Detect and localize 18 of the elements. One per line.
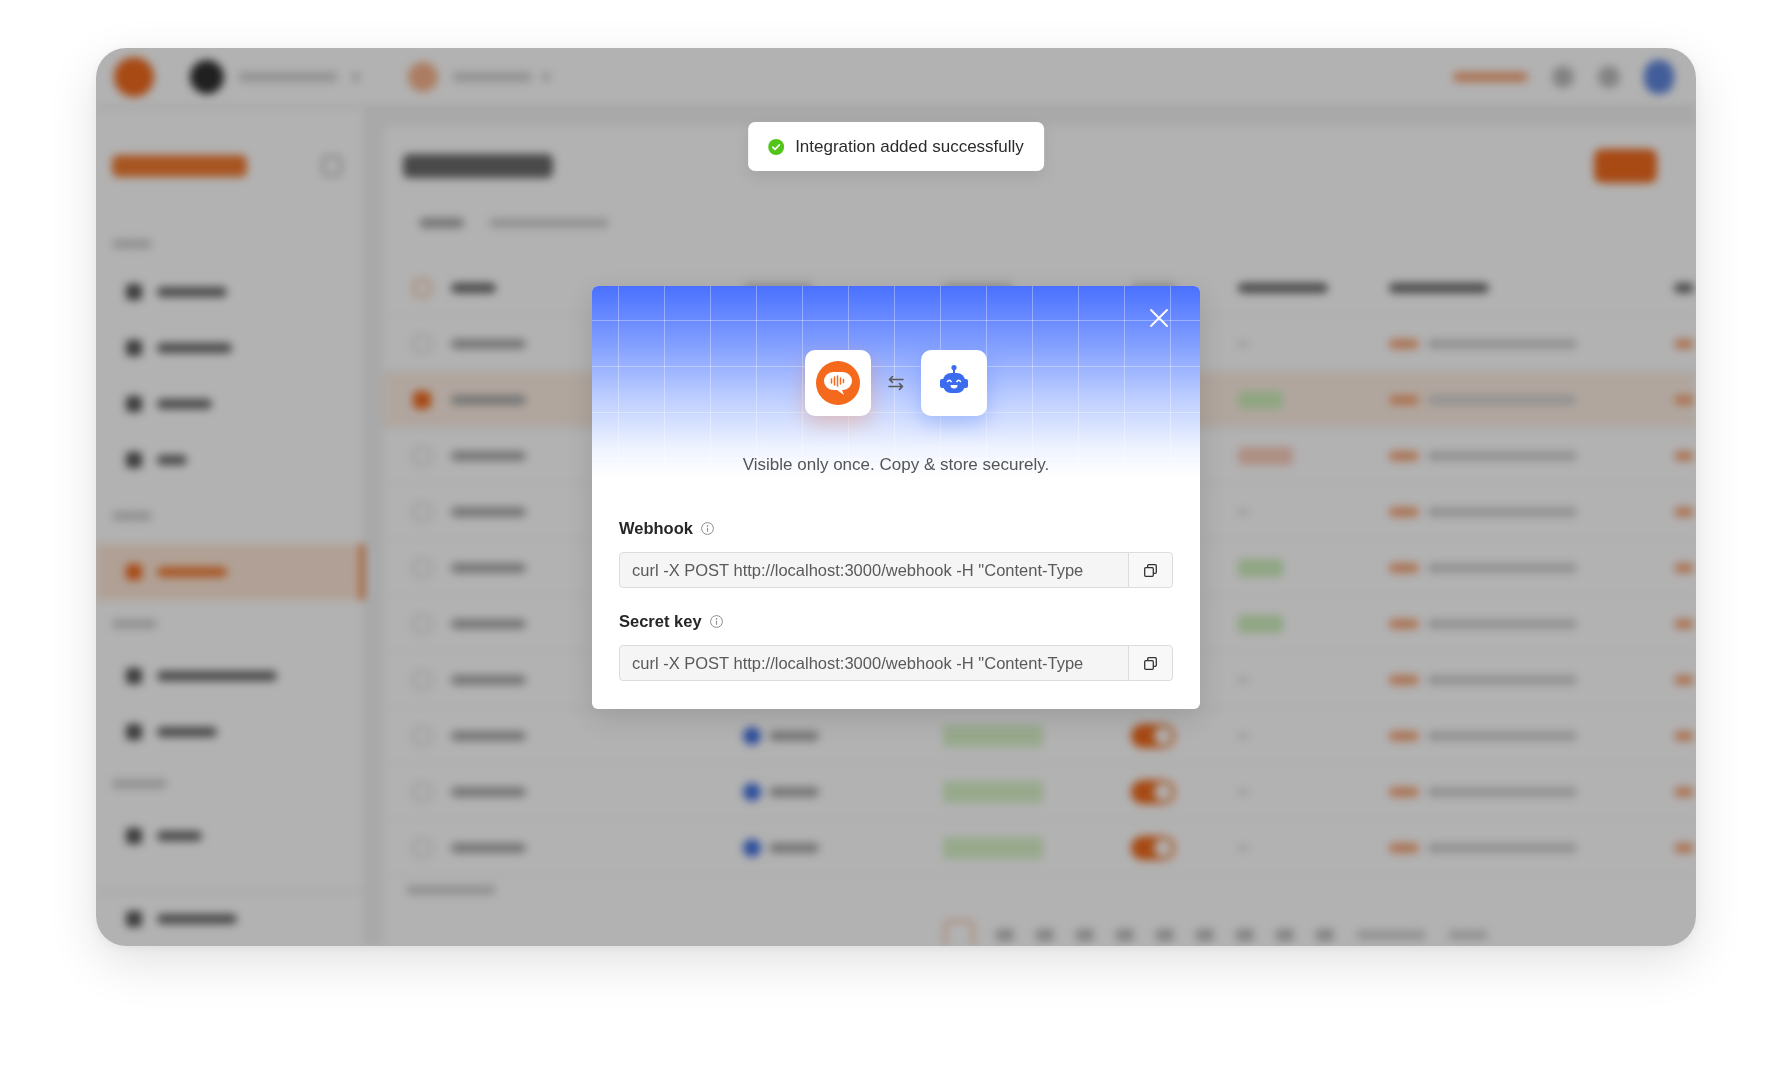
text-field[interactable]: curl -X POST http://localhost:3000/webhook -H "Content-Type: [619, 645, 1129, 681]
chat-bubble-icon: [805, 350, 871, 416]
copy-button[interactable]: [1128, 645, 1173, 681]
copy-icon: [1144, 656, 1157, 670]
swap-arrows-icon: [887, 375, 905, 391]
info-icon: [700, 521, 714, 535]
info-icon: [709, 614, 723, 628]
toast-message: Integration added successfully: [795, 135, 1024, 158]
check-circle-icon: [768, 138, 785, 155]
robot-icon: [921, 350, 987, 416]
field-label: Secret key: [619, 611, 702, 631]
close-button[interactable]: [1148, 307, 1170, 329]
copy-icon: [1144, 563, 1157, 577]
text-field[interactable]: curl -X POST http://localhost:3000/webhook -H "Content-Type: [619, 552, 1129, 588]
notice-text: Visible only once. Copy & store securely.: [742, 454, 1050, 476]
copy-button[interactable]: [1128, 552, 1173, 588]
field-label: Webhook: [619, 518, 693, 538]
close-icon: [1150, 309, 1168, 327]
